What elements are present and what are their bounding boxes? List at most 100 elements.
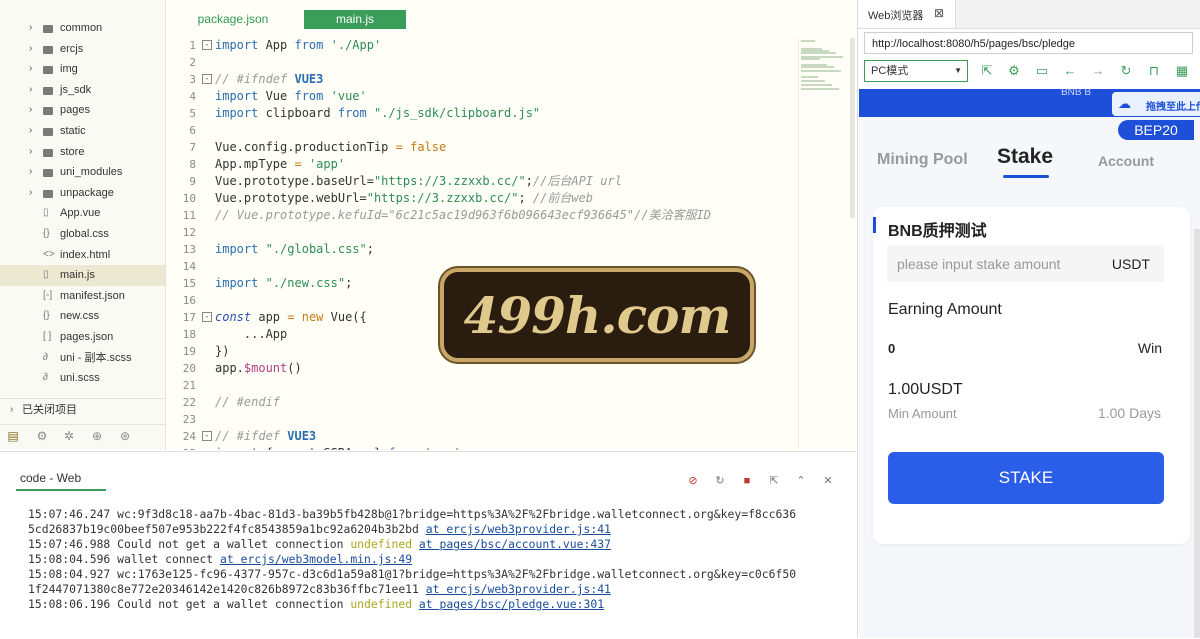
tree-folder[interactable]: › uni_modules	[0, 162, 165, 183]
tree-file[interactable]: ▯ App.vue	[0, 203, 165, 224]
export-icon[interactable]: ⇱	[767, 474, 781, 488]
mode-select[interactable]: PC模式 ▼	[864, 60, 968, 82]
closed-projects-section[interactable]: › 已关闭项目	[0, 398, 165, 421]
console-icon[interactable]: ▭	[1034, 63, 1050, 79]
network-badge[interactable]: BEP20	[1118, 120, 1194, 140]
code-line[interactable]: 11 // Vue.prototype.kefuId="6c21c5ac19d96…	[166, 207, 798, 224]
search-icon[interactable]: ⊕	[90, 429, 104, 443]
back-icon[interactable]: ←	[1062, 63, 1078, 79]
code-line[interactable]: 23	[166, 411, 798, 428]
console-tab[interactable]: code - Web	[20, 471, 81, 485]
folder-icon	[43, 45, 53, 54]
git-icon[interactable]: ⊛	[118, 429, 132, 443]
chevron-right-icon[interactable]: ›	[29, 39, 32, 60]
file-icon: ∂	[43, 351, 48, 363]
closed-projects-label: 已关闭项目	[22, 404, 77, 416]
chevron-right-icon[interactable]: ›	[29, 18, 32, 39]
terminate-icon[interactable]: ■	[740, 474, 754, 488]
code-line[interactable]: 24-// #ifdef VUE3	[166, 428, 798, 445]
line-number: 7	[189, 141, 196, 154]
code-line[interactable]: 2	[166, 54, 798, 71]
tree-file[interactable]: {} new.css	[0, 306, 165, 327]
qrcode-icon[interactable]: ▦	[1174, 63, 1190, 79]
settings-icon[interactable]: ⚙	[1006, 63, 1022, 79]
code-line[interactable]: 7 Vue.config.productionTip = false	[166, 139, 798, 156]
stop-icon[interactable]: ⊘	[686, 474, 700, 488]
code-line[interactable]: 1- import App from './App'	[166, 37, 798, 54]
lock-icon[interactable]: ⊓	[1146, 63, 1162, 79]
tree-file[interactable]: <> index.html	[0, 245, 165, 266]
code-area[interactable]: 1- import App from './App' 2 3-// #ifndef V…	[166, 37, 798, 450]
refresh-icon[interactable]: ↻	[1118, 63, 1134, 79]
tree-folder[interactable]: › static	[0, 121, 165, 142]
viewport-scrollbar[interactable]	[1194, 229, 1200, 638]
tree-file[interactable]: [ ] pages.json	[0, 327, 165, 348]
open-external-icon[interactable]: ⇱	[979, 63, 995, 79]
tree-file[interactable]: [◦] manifest.json	[0, 286, 165, 307]
code-line[interactable]: 10 Vue.prototype.webUrl="https://3.zzxxb.…	[166, 190, 798, 207]
minimap[interactable]	[798, 38, 851, 450]
chevron-right-icon[interactable]: ›	[29, 183, 32, 204]
fold-toggle-icon[interactable]: -	[202, 431, 212, 441]
plugin-icon[interactable]: ⚙	[35, 429, 49, 443]
tree-file[interactable]: {} global.css	[0, 224, 165, 245]
tab-package-json[interactable]: package.json	[188, 10, 278, 29]
project-manager-icon[interactable]: ▤	[6, 429, 20, 443]
console-log: 15:07:46.247 wc:9f3d8c18-aa7b-4bac-81d3-…	[28, 507, 848, 612]
close-panel-icon[interactable]: ✕	[821, 474, 835, 488]
code-line[interactable]: 5 import clipboard from "./js_sdk/clipboa…	[166, 105, 798, 122]
maximize-icon[interactable]: ⌃	[794, 474, 808, 488]
tree-folder[interactable]: › js_sdk	[0, 80, 165, 101]
stake-button[interactable]: STAKE	[888, 452, 1164, 504]
tree-file[interactable]: ▯ main.js	[0, 265, 165, 286]
tree-file[interactable]: ∂ uni.scss	[0, 368, 165, 389]
line-number: 22	[182, 396, 196, 409]
chevron-right-icon[interactable]: ›	[29, 121, 32, 142]
url-input[interactable]: http://localhost:8080/h5/pages/bsc/pledg…	[864, 32, 1193, 54]
code-line[interactable]: 12	[166, 224, 798, 241]
log-line: 1f2447071380c8e772e20346142e1420c826b897…	[28, 582, 611, 596]
tree-folder[interactable]: › common	[0, 18, 165, 39]
forward-icon[interactable]: →	[1090, 63, 1106, 79]
editor-scrollbar[interactable]	[850, 38, 855, 218]
restart-icon[interactable]: ↻	[713, 474, 727, 488]
tab-main-js[interactable]: main.js	[304, 10, 406, 29]
code-line[interactable]: 25 import { createSSRApp } from 'vue'	[166, 445, 798, 450]
code-line[interactable]: 22 // #endif	[166, 394, 798, 411]
tree-folder[interactable]: › img	[0, 59, 165, 80]
tab-account[interactable]: Account	[1098, 153, 1154, 169]
drag-upload-hint[interactable]: ☁ 拖拽至此上传	[1112, 92, 1200, 116]
tree-folder[interactable]: › pages	[0, 100, 165, 121]
code-line[interactable]: 9 Vue.prototype.baseUrl="https://3.zzxxb.…	[166, 173, 798, 190]
debug-icon[interactable]: ✲	[62, 429, 76, 443]
chevron-right-icon[interactable]: ›	[29, 100, 32, 121]
tree-folder[interactable]: › ercjs	[0, 39, 165, 60]
close-icon[interactable]: ⊠	[934, 6, 944, 20]
chevron-right-icon[interactable]: ›	[29, 142, 32, 163]
tree-file[interactable]: ∂ uni - 副本.scss	[0, 348, 165, 369]
code-line[interactable]: 4 import Vue from 'vue'	[166, 88, 798, 105]
fold-toggle-icon[interactable]: -	[202, 40, 212, 50]
tab-mining-pool[interactable]: Mining Pool	[877, 151, 968, 169]
minimap-line	[801, 76, 818, 78]
tab-stake[interactable]: Stake	[997, 145, 1053, 169]
stake-amount-input[interactable]: please input stake amount USDT	[887, 245, 1164, 282]
fold-toggle-icon[interactable]: -	[202, 74, 212, 84]
fold-toggle-icon[interactable]: -	[202, 312, 212, 322]
chevron-right-icon[interactable]: ›	[29, 59, 32, 80]
tree-folder[interactable]: › store	[0, 142, 165, 163]
browser-tab[interactable]: Web浏览器 ⊠	[858, 0, 956, 28]
tree-item-label: manifest.json	[60, 289, 125, 302]
code-line[interactable]: 21	[166, 377, 798, 394]
code-line[interactable]: 3-// #ifndef VUE3	[166, 71, 798, 88]
line-number: 1	[189, 39, 196, 52]
code-line[interactable]: 6	[166, 122, 798, 139]
tree-item-label: uni.scss	[60, 372, 100, 385]
cloud-icon: ☁	[1118, 96, 1131, 111]
code-line[interactable]: 20 app.$mount()	[166, 360, 798, 377]
code-line[interactable]: 13 import "./global.css";	[166, 241, 798, 258]
tree-folder[interactable]: › unpackage	[0, 183, 165, 204]
chevron-right-icon[interactable]: ›	[29, 80, 32, 101]
code-line[interactable]: 8 App.mpType = 'app'	[166, 156, 798, 173]
chevron-right-icon[interactable]: ›	[29, 162, 32, 183]
